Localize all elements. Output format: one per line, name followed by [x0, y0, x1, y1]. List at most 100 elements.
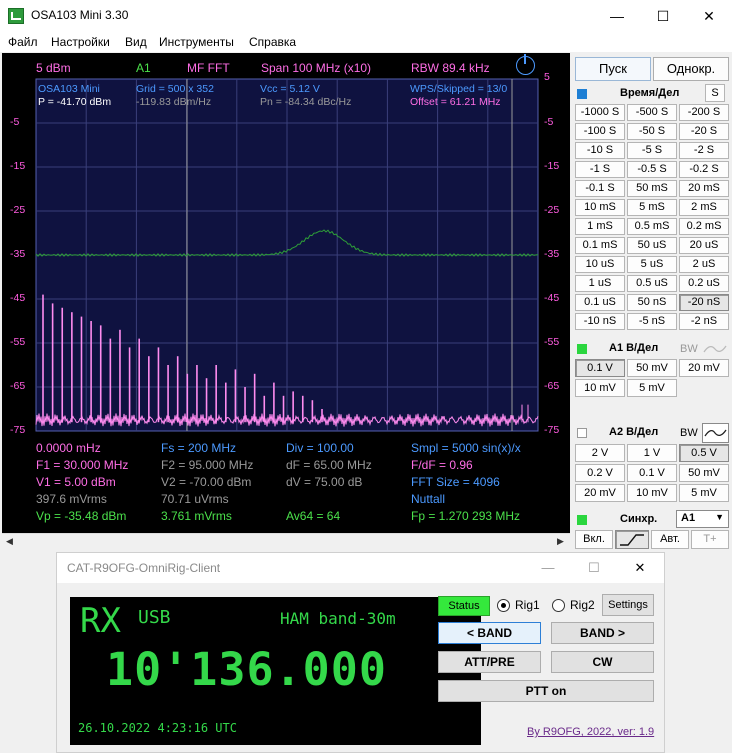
- a2-button[interactable]: 1 V: [627, 444, 677, 462]
- menu-tools[interactable]: Инструменты: [159, 35, 234, 49]
- horizontal-scrollbar[interactable]: ◀ ▶: [2, 533, 570, 549]
- a2-checkbox[interactable]: [577, 428, 587, 438]
- time-button[interactable]: -50 S: [627, 123, 677, 140]
- time-color-indicator: [577, 89, 587, 99]
- a1-bw-label: BW: [680, 343, 698, 355]
- time-button[interactable]: 0.2 uS: [679, 275, 729, 292]
- time-button[interactable]: 50 uS: [627, 237, 677, 254]
- y-tick-label-right: -55: [544, 336, 560, 348]
- time-button[interactable]: -20 nS: [679, 294, 729, 311]
- time-button[interactable]: 0.5 uS: [627, 275, 677, 292]
- credit-link[interactable]: By R9OFG, 2022, ver: 1.9: [527, 726, 654, 738]
- uvrms-readout: 70.71 uVrms: [161, 492, 229, 506]
- single-button[interactable]: Однокр.: [653, 57, 729, 81]
- minimize-button[interactable]: —: [594, 0, 640, 32]
- a1-button[interactable]: 50 mV: [627, 359, 677, 377]
- rx-indicator: RX: [80, 601, 121, 641]
- cat-close-button[interactable]: ✕: [617, 553, 663, 583]
- a1-button[interactable]: 0.1 V: [575, 359, 625, 377]
- time-button[interactable]: 10 mS: [575, 199, 625, 216]
- cw-button[interactable]: CW: [551, 651, 654, 673]
- sync-select[interactable]: A1 ▼: [676, 510, 729, 528]
- a1-button[interactable]: 5 mV: [627, 379, 677, 397]
- time-button[interactable]: 2 uS: [679, 256, 729, 273]
- cat-maximize-button[interactable]: ☐: [571, 553, 617, 583]
- rig2-radio[interactable]: [552, 599, 565, 612]
- a2-button[interactable]: 50 mV: [679, 464, 729, 482]
- trigger-edge-icon[interactable]: [615, 530, 649, 549]
- a2-button[interactable]: 20 mV: [575, 484, 625, 502]
- time-button[interactable]: -2 S: [679, 142, 729, 159]
- att-pre-button[interactable]: ATT/PRE: [438, 651, 541, 673]
- rig1-radio[interactable]: [497, 599, 510, 612]
- time-button[interactable]: 10 uS: [575, 256, 625, 273]
- time-button[interactable]: 5 mS: [627, 199, 677, 216]
- time-button[interactable]: 0.1 mS: [575, 237, 625, 254]
- time-button[interactable]: -10 S: [575, 142, 625, 159]
- time-button[interactable]: -100 S: [575, 123, 625, 140]
- time-button[interactable]: -200 S: [679, 104, 729, 121]
- time-button[interactable]: -1000 S: [575, 104, 625, 121]
- time-button[interactable]: 50 nS: [627, 294, 677, 311]
- menu-settings[interactable]: Настройки: [51, 35, 110, 49]
- start-button[interactable]: Пуск: [575, 57, 651, 81]
- y-tick-label-left: -75: [10, 424, 26, 436]
- a2-button[interactable]: 2 V: [575, 444, 625, 462]
- s-button[interactable]: S: [705, 84, 725, 102]
- channel-label: A1: [136, 61, 151, 75]
- menu-file[interactable]: Файл: [8, 35, 38, 49]
- status-label: Status: [448, 600, 480, 612]
- spectrum-plot[interactable]: 5 dBm A1 MF FFT Span 100 MHz (x10) RBW 8…: [2, 53, 570, 533]
- time-button[interactable]: -10 nS: [575, 313, 625, 330]
- time-button[interactable]: -5 S: [627, 142, 677, 159]
- time-button[interactable]: 2 mS: [679, 199, 729, 216]
- time-button[interactable]: 20 mS: [679, 180, 729, 197]
- power-icon[interactable]: [516, 54, 535, 75]
- a2-button[interactable]: 5 mV: [679, 484, 729, 502]
- time-button[interactable]: -0.5 S: [627, 161, 677, 178]
- time-button[interactable]: 0.1 uS: [575, 294, 625, 311]
- cat-minimize-button[interactable]: —: [525, 553, 571, 583]
- a2-wave-icon[interactable]: [702, 423, 729, 443]
- band-up-button[interactable]: BAND >: [551, 622, 654, 644]
- time-button[interactable]: -2 nS: [679, 313, 729, 330]
- time-button[interactable]: -1 S: [575, 161, 625, 178]
- band-down-button[interactable]: < BAND: [438, 622, 541, 644]
- scroll-left-icon[interactable]: ◀: [6, 536, 13, 547]
- time-button[interactable]: -500 S: [627, 104, 677, 121]
- time-button[interactable]: 1 uS: [575, 275, 625, 292]
- a1-div-label: A1 В/Дел: [609, 342, 659, 354]
- a1-button[interactable]: 10 mV: [575, 379, 625, 397]
- time-button[interactable]: 20 uS: [679, 237, 729, 254]
- menu-view[interactable]: Вид: [125, 35, 147, 49]
- density-readout: -119.83 dBm/Hz: [136, 96, 212, 108]
- maximize-button[interactable]: ☐: [640, 0, 686, 32]
- a2-button[interactable]: 0.2 V: [575, 464, 625, 482]
- time-button[interactable]: 0.2 mS: [679, 218, 729, 235]
- time-button[interactable]: -0.1 S: [575, 180, 625, 197]
- close-button[interactable]: ✕: [686, 0, 732, 32]
- time-button[interactable]: 1 mS: [575, 218, 625, 235]
- on-button[interactable]: Вкл.: [575, 530, 613, 549]
- time-button[interactable]: -20 S: [679, 123, 729, 140]
- auto-button[interactable]: Авт.: [651, 530, 689, 549]
- av-readout: Av64 = 64: [286, 509, 341, 523]
- a1-button[interactable]: 20 mV: [679, 359, 729, 377]
- a2-button[interactable]: 0.1 V: [627, 464, 677, 482]
- a2-button[interactable]: 10 mV: [627, 484, 677, 502]
- time-button[interactable]: 5 uS: [627, 256, 677, 273]
- time-button[interactable]: -5 nS: [627, 313, 677, 330]
- tplus-button[interactable]: T+: [691, 530, 729, 549]
- time-button[interactable]: 0.5 mS: [627, 218, 677, 235]
- settings-button[interactable]: Settings: [602, 594, 654, 616]
- scroll-right-icon[interactable]: ▶: [557, 536, 564, 547]
- y-tick-label-right: -15: [544, 160, 560, 172]
- time-button[interactable]: 50 mS: [627, 180, 677, 197]
- osa-window: OSA103 Mini 3.30 — ☐ ✕ Файл Настройки Ви…: [0, 0, 732, 551]
- a1-wave-icon[interactable]: [702, 341, 728, 357]
- v1-readout: V1 = 5.00 dBm: [36, 475, 116, 489]
- menu-help[interactable]: Справка: [249, 35, 296, 49]
- a2-button[interactable]: 0.5 V: [679, 444, 729, 462]
- ptt-button[interactable]: PTT on: [438, 680, 654, 702]
- time-button[interactable]: -0.2 S: [679, 161, 729, 178]
